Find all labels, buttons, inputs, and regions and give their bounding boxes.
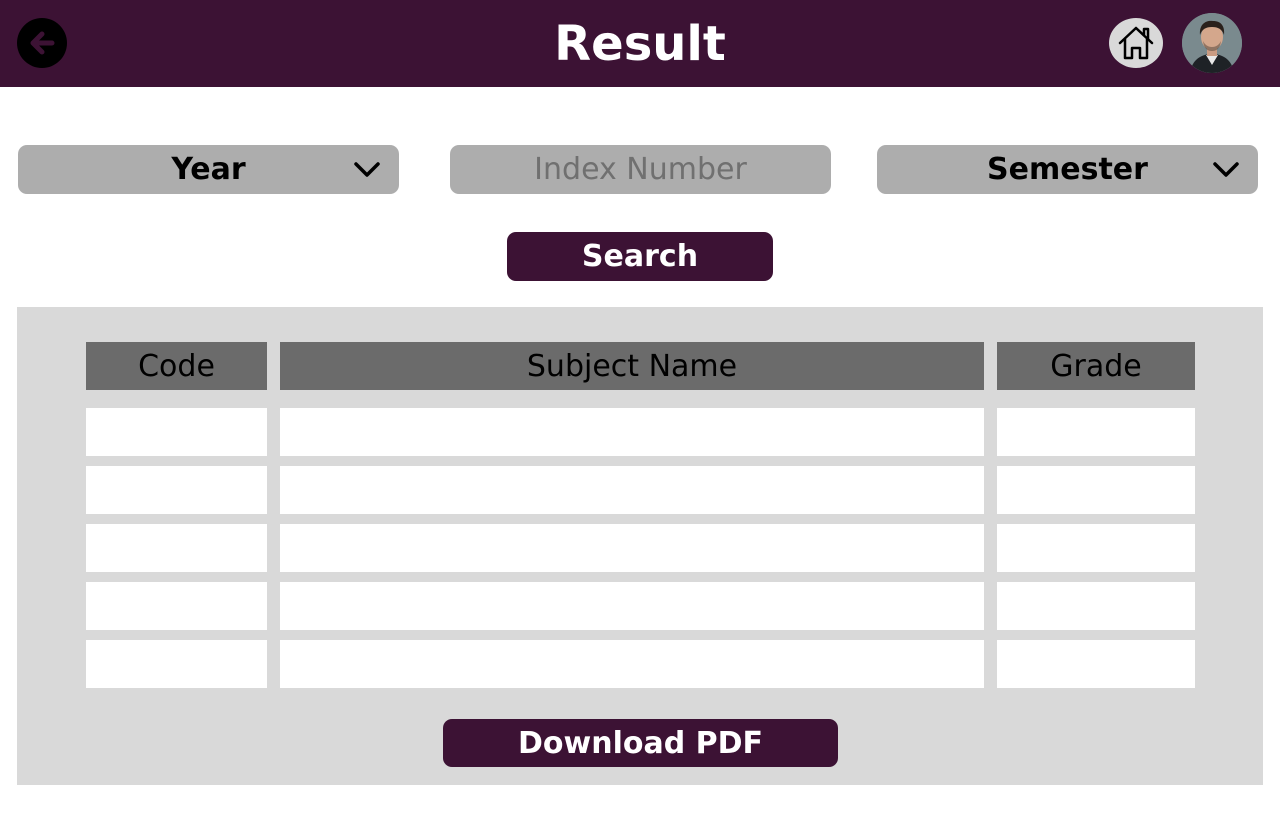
page-title: Result <box>554 15 726 72</box>
cell-grade <box>997 466 1195 514</box>
cell-code <box>86 408 267 456</box>
back-button[interactable] <box>17 18 67 68</box>
cell-subject-name <box>280 524 984 572</box>
cell-grade <box>997 524 1195 572</box>
semester-dropdown-label: Semester <box>987 152 1148 187</box>
chevron-down-icon <box>1213 162 1239 177</box>
cell-code <box>86 582 267 630</box>
cell-subject-name <box>280 640 984 688</box>
user-avatar[interactable] <box>1182 13 1242 73</box>
home-icon <box>1118 26 1154 60</box>
cell-code <box>86 466 267 514</box>
cell-subject-name <box>280 408 984 456</box>
index-number-input[interactable] <box>450 145 831 194</box>
app-header: Result <box>0 0 1280 87</box>
column-header-grade: Grade <box>997 342 1195 390</box>
cell-subject-name <box>280 466 984 514</box>
cell-grade <box>997 408 1195 456</box>
search-button[interactable]: Search <box>507 232 773 281</box>
cell-code <box>86 640 267 688</box>
cell-code <box>86 524 267 572</box>
results-panel: Code Subject Name Grade Download PDF <box>17 307 1263 785</box>
column-header-code: Code <box>86 342 267 390</box>
arrow-left-icon <box>30 31 55 55</box>
user-avatar-image <box>1182 13 1242 73</box>
home-button[interactable] <box>1109 18 1163 68</box>
index-number-field[interactable] <box>450 145 831 194</box>
download-pdf-button[interactable]: Download PDF <box>443 719 838 767</box>
cell-grade <box>997 582 1195 630</box>
column-header-subject-name: Subject Name <box>280 342 984 390</box>
semester-dropdown[interactable]: Semester <box>877 145 1258 194</box>
cell-grade <box>997 640 1195 688</box>
year-dropdown[interactable]: Year <box>18 145 399 194</box>
year-dropdown-label: Year <box>171 152 246 187</box>
cell-subject-name <box>280 582 984 630</box>
chevron-down-icon <box>354 162 380 177</box>
